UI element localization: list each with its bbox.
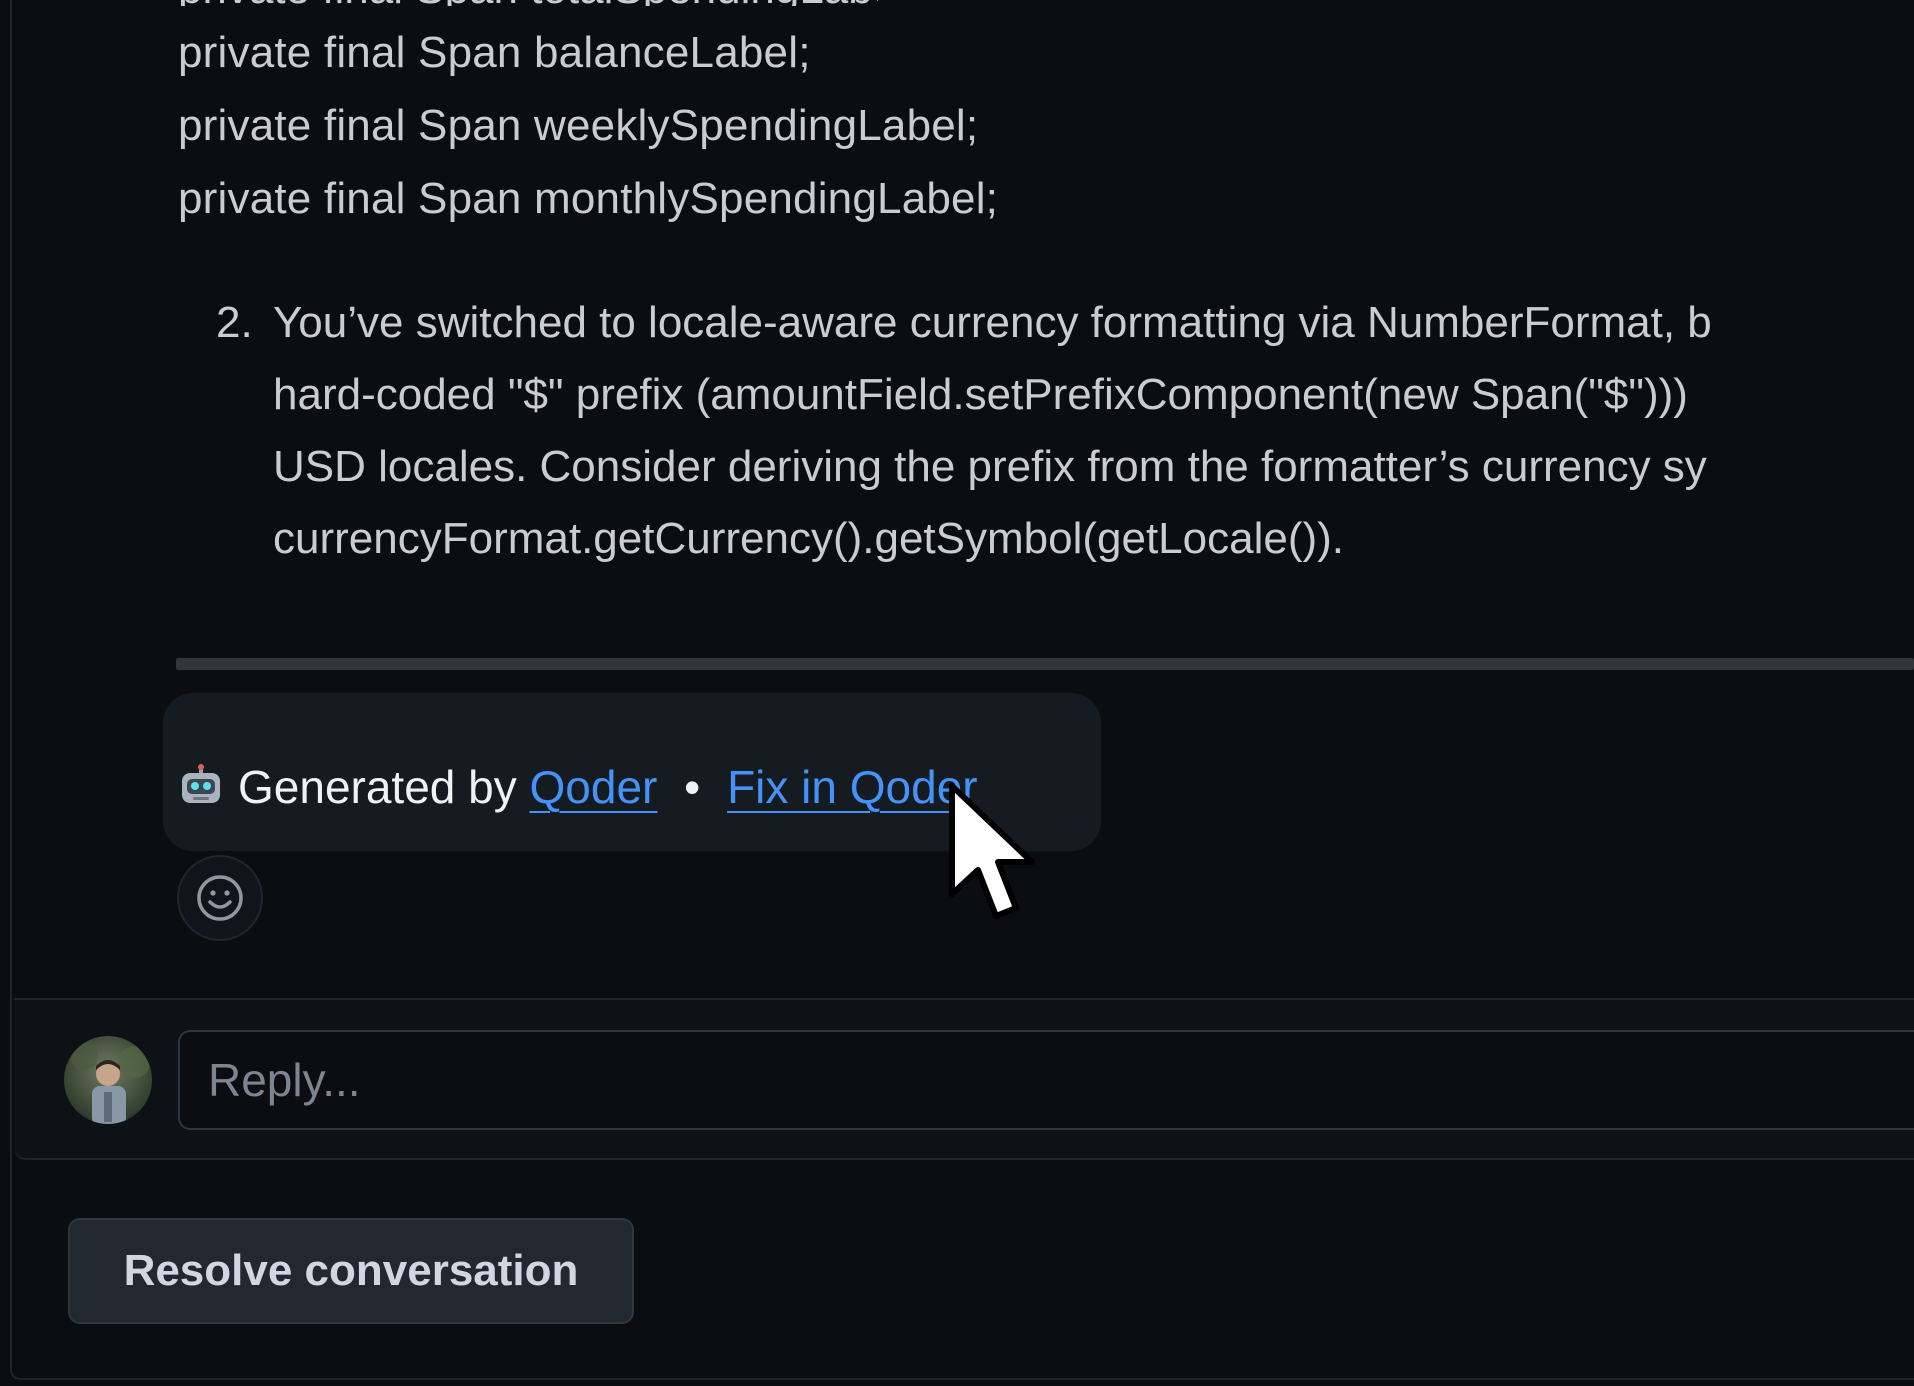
code-line: private final Span weeklySpendingLabel; [178, 101, 979, 150]
qoder-link[interactable]: Qoder [530, 761, 658, 813]
suggestion-line: USD locales. Consider deriving the prefi… [273, 442, 1707, 491]
list-number: 2. [216, 298, 253, 347]
suggestion-line: hard-coded "$" prefix (amountField.setPr… [273, 370, 1688, 419]
fix-in-qoder-link[interactable]: Fix in Qoder [727, 761, 978, 813]
resolve-conversation-button[interactable]: Resolve conversation [68, 1218, 634, 1324]
robot-icon [182, 764, 220, 803]
code-line-partial: private final Span totalSpendingLabel; [178, 0, 878, 6]
code-line: private final Span monthlySpendingLabel; [178, 174, 999, 223]
suggestion-line: currencyFormat.getCurrency().getSymbol(g… [273, 514, 1345, 563]
smiley-icon [197, 875, 243, 921]
divider [176, 658, 1914, 670]
reply-input[interactable] [178, 1030, 1914, 1130]
generated-by-label: Generated by [238, 761, 517, 813]
add-reaction-button[interactable] [177, 855, 263, 941]
avatar [64, 1036, 152, 1124]
generated-by-text: Generated by Qoder • Fix in Qoder [238, 760, 978, 814]
suggestion-line: You’ve switched to locale-aware currency… [273, 298, 1712, 347]
separator-dot: • [684, 761, 701, 813]
code-line: private final Span balanceLabel; [178, 28, 811, 77]
